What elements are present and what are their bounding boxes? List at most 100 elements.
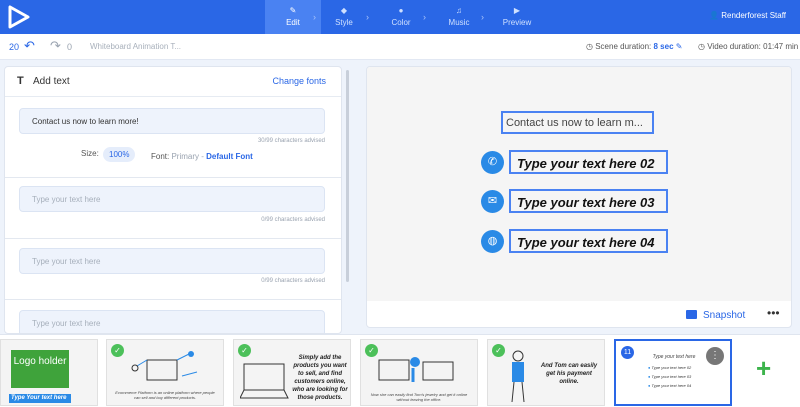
redo-icon[interactable]: ↷ (50, 38, 61, 54)
renderforest-logo-icon[interactable] (6, 4, 32, 30)
text-box-02[interactable]: Type your text here 02 (509, 150, 668, 174)
dot-icon: ● (648, 374, 651, 379)
text-field-2[interactable]: Type your text here (19, 186, 325, 212)
font-primary: Primary - (171, 152, 204, 161)
phone-icon: ✆ (481, 151, 504, 174)
logo-tagline: Type Your text here (9, 394, 71, 403)
play-icon: ▶ (513, 6, 521, 15)
redo-count: 0 (67, 42, 73, 52)
scene-duration-label: Scene duration: (595, 42, 652, 51)
panel-title: Add text (33, 76, 70, 87)
image-icon (686, 310, 697, 319)
scene-thumb-products[interactable]: ✓ Simply add the products you want to se… (233, 339, 351, 406)
chevron-right-icon: › (366, 12, 369, 22)
editor-toolbar: 20 ↶ ↷ 0 Whiteboard Animation T... ◷ Sce… (0, 34, 800, 60)
globe-icon: ◍ (481, 230, 504, 253)
style-icon: ◆ (340, 6, 348, 15)
project-name[interactable]: Whiteboard Animation T... (90, 42, 181, 51)
video-duration: ◷ Video duration: 01:47 min (698, 42, 798, 51)
clock-icon: ◷ (586, 42, 593, 51)
scene-caption: Ecommerce Platform is an online platform… (115, 390, 215, 400)
thumb-row: ● Type your text here 03 (648, 374, 691, 383)
chevron-right-icon: › (423, 12, 426, 22)
tab-color-label: Color (391, 18, 411, 27)
change-fonts-link[interactable]: Change fonts (272, 76, 326, 86)
video-duration-text: Video duration: 01:47 min (707, 42, 799, 51)
scene-caption: Now she can easily find Tom's jewelry an… (370, 392, 468, 402)
user-name: Renderforest Staff (721, 11, 786, 20)
office-illustration-icon (378, 357, 454, 382)
font-label: Font: (151, 152, 170, 161)
text-field-3[interactable]: Type your text here (19, 248, 325, 274)
font-selector: Font: Primary - Default Font (151, 152, 253, 161)
mail-icon: ✉ (481, 190, 504, 213)
tab-preview-label: Preview (502, 18, 532, 27)
tab-music[interactable]: ♫ Music (431, 0, 487, 34)
char-counter: 0/99 characters advised (261, 278, 325, 284)
scene-thumb-logo[interactable]: Logo holder Type Your text here (0, 339, 98, 406)
tab-edit-label: Edit (286, 18, 300, 27)
text-box-04[interactable]: Type your text here 04 (509, 229, 668, 253)
default-font-link[interactable]: Default Font (206, 152, 253, 161)
undo-count: 20 (9, 42, 20, 52)
tab-style[interactable]: ◆ Style (316, 0, 372, 34)
thumb-row-text: Type your text here 03 (651, 374, 692, 379)
preview-canvas: Contact us now to learn m... ✆ Type your… (367, 67, 791, 301)
check-icon: ✓ (238, 344, 251, 357)
user-menu[interactable]: 👤 Renderforest Staff (709, 11, 786, 20)
scene-thumb-payment[interactable]: ✓ And Tom can easily get his payment onl… (487, 339, 605, 406)
text-field-1[interactable]: Contact us now to learn more! (19, 108, 325, 134)
scene-thumb-active[interactable]: 11 ⋮ Type your text here ● Type your tex… (614, 339, 732, 406)
scene-thumb-office[interactable]: ✓ Now she can easily find Tom's jewelry … (360, 339, 478, 406)
ecommerce-illustration-icon (131, 351, 198, 381)
tab-color[interactable]: ● Color (373, 0, 429, 34)
clock-icon: ◷ (698, 42, 705, 51)
scene-number-badge: 11 (621, 346, 634, 359)
panel-scrollbar[interactable] (346, 70, 349, 282)
undo-icon[interactable]: ↶ (24, 38, 35, 54)
thumb-row: ● Type your text here 02 (648, 365, 691, 374)
contact-text-box[interactable]: Contact us now to learn m... (501, 111, 654, 134)
size-value[interactable]: 100% (103, 147, 136, 162)
thumb-row-text: Type your text here 02 (651, 365, 692, 370)
scene-preview: Contact us now to learn m... ✆ Type your… (366, 66, 792, 328)
more-options-icon[interactable]: ••• (767, 306, 780, 320)
text-box-03[interactable]: Type your text here 03 (509, 189, 668, 213)
scene-filmstrip: Logo holder Type Your text here ✓ Ecomme… (0, 334, 800, 407)
panel-header: T Add text Change fonts (5, 67, 341, 97)
scene-text: And Tom can easily get his payment onlin… (540, 363, 598, 385)
divider (5, 238, 341, 239)
snapshot-button[interactable]: Snapshot (703, 310, 745, 321)
check-icon: ✓ (111, 344, 124, 357)
dot-icon: ● (648, 365, 651, 370)
char-counter: 30/99 characters advised (257, 138, 325, 144)
person-illustration-icon (511, 350, 525, 403)
scene-text: Simply add the products you want to sell… (292, 355, 348, 401)
thumb-title: Type your text here (652, 354, 696, 360)
text-field-4[interactable]: Type your text here (19, 310, 325, 333)
music-icon: ♫ (456, 6, 462, 15)
tab-style-label: Style (335, 18, 353, 27)
text-icon: T (17, 75, 24, 87)
thumb-rows: ● Type your text here 02 ● Type your tex… (648, 365, 691, 392)
divider (5, 177, 341, 178)
char-counter: 0/99 characters advised (261, 217, 325, 223)
preview-footer: Snapshot ••• (367, 303, 791, 327)
chevron-right-icon: › (481, 12, 484, 22)
user-icon: 👤 (709, 11, 719, 20)
top-navigation: ✎ Edit › ◆ Style › ● Color › ♫ Music › ▶… (0, 0, 800, 34)
dot-icon: ● (648, 383, 651, 388)
palette-icon: ● (398, 6, 404, 15)
add-scene-button[interactable]: + (756, 355, 771, 381)
size-label: Size: (81, 149, 99, 158)
edit-pencil-icon[interactable]: ✎ (676, 42, 683, 51)
logo-holder: Logo holder (11, 350, 69, 388)
scene-duration[interactable]: ◷ Scene duration: 8 sec ✎ (586, 42, 682, 51)
laptop-hands-icon (240, 363, 289, 399)
more-vertical-icon[interactable]: ⋮ (706, 347, 724, 365)
thumb-row-text: Type your text here 04 (651, 383, 692, 388)
divider (5, 299, 341, 300)
scene-thumb-ecommerce[interactable]: ✓ Ecommerce Platform is an online platfo… (106, 339, 224, 406)
tab-music-label: Music (448, 18, 470, 27)
tab-preview[interactable]: ▶ Preview (489, 0, 545, 34)
